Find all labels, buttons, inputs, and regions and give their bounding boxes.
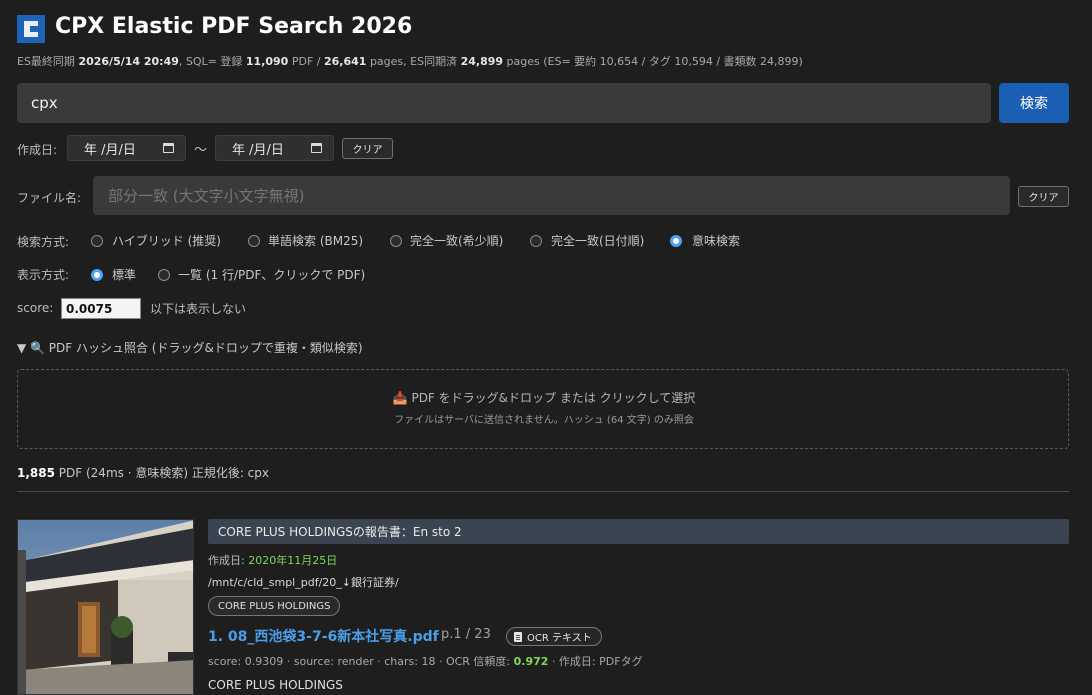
result-path: /mnt/c/cld_smpl_pdf/20_↓銀行証券/ <box>208 576 399 589</box>
display-mode-label: 表示方式: <box>17 268 70 282</box>
filename-label: ファイル名: <box>17 191 82 205</box>
result-file-link[interactable]: 1. 08_西池袋3-7-6新本社写真.pdf <box>208 626 439 646</box>
score-label: score: <box>17 301 54 315</box>
result-company: CORE PLUS HOLDINGS <box>208 678 343 692</box>
method-bm25-radio[interactable] <box>248 235 260 247</box>
dropzone-main-text: 📥 PDF をドラッグ&ドロップ または クリックして選択 <box>392 391 696 405</box>
search-button[interactable]: 検索 <box>999 83 1069 123</box>
date-label: 作成日: <box>17 143 58 157</box>
app-title: CPX Elastic PDF Search 2026 <box>55 14 413 39</box>
app-logo <box>17 15 45 43</box>
calendar-icon[interactable] <box>311 143 322 153</box>
date-to-input[interactable]: 年 /月/日 <box>215 135 334 161</box>
filename-clear-button[interactable]: クリア <box>1018 186 1069 207</box>
date-clear-button[interactable]: クリア <box>342 138 393 159</box>
dropzone-sub-text: ファイルはサーバに送信されません。ハッシュ (64 文字) のみ照会 <box>394 415 694 426</box>
score-threshold-input[interactable]: 0.0075 <box>61 298 141 319</box>
result-score-line: score: 0.9309 · source: render · chars: … <box>208 655 643 668</box>
search-input[interactable] <box>17 83 991 123</box>
pdf-dropzone[interactable]: 📥 PDF をドラッグ&ドロップ または クリックして選択 ファイルはサーバに送… <box>17 369 1069 449</box>
result-page-info: p.1 / 23 <box>441 627 491 642</box>
display-list-label[interactable]: 一覧 (1 行/PDF、クリックで PDF) <box>178 266 365 283</box>
result-count: 1,885 PDF (24ms · 意味検索) 正規化後: cpx <box>17 466 269 480</box>
method-exact-rare-label[interactable]: 完全一致(希少順) <box>410 232 503 249</box>
method-exact-rare-radio[interactable] <box>390 235 402 247</box>
method-exact-date-radio[interactable] <box>530 235 542 247</box>
hash-section-toggle[interactable]: ▼ 🔍 PDF ハッシュ照合 (ドラッグ&ドロップで重複・類似検索) <box>17 339 363 356</box>
display-standard-radio[interactable] <box>91 269 103 281</box>
result-thumbnail[interactable] <box>17 519 194 695</box>
method-semantic-radio[interactable] <box>670 235 682 247</box>
date-range-separator: 〜 <box>194 143 208 158</box>
calendar-icon[interactable] <box>163 143 174 153</box>
method-exact-date-label[interactable]: 完全一致(日付順) <box>551 232 644 249</box>
document-icon <box>514 631 522 642</box>
result-tag[interactable]: CORE PLUS HOLDINGS <box>208 596 341 616</box>
ocr-text-badge[interactable]: OCR テキスト <box>506 627 602 646</box>
building-photo-image <box>18 520 193 694</box>
method-bm25-label[interactable]: 単語検索 (BM25) <box>268 232 363 249</box>
method-hybrid-radio[interactable] <box>91 235 103 247</box>
method-hybrid-label[interactable]: ハイブリッド (推奨) <box>112 232 221 249</box>
score-suffix: 以下は表示しない <box>150 302 247 316</box>
display-standard-label[interactable]: 標準 <box>112 266 136 283</box>
filename-input[interactable] <box>93 176 1010 215</box>
sync-stats: ES最終同期 2026/5/14 20:49, SQL= 登録 11,090 P… <box>17 55 803 68</box>
result-created: 作成日: 2020年11月25日 <box>208 554 338 567</box>
display-list-radio[interactable] <box>158 269 170 281</box>
result-title[interactable]: CORE PLUS HOLDINGSの報告書：En sto 2 <box>208 519 1069 544</box>
divider <box>17 491 1069 492</box>
method-semantic-label[interactable]: 意味検索 <box>692 232 740 249</box>
date-from-input[interactable]: 年 /月/日 <box>67 135 186 161</box>
search-method-label: 検索方式: <box>17 235 70 249</box>
